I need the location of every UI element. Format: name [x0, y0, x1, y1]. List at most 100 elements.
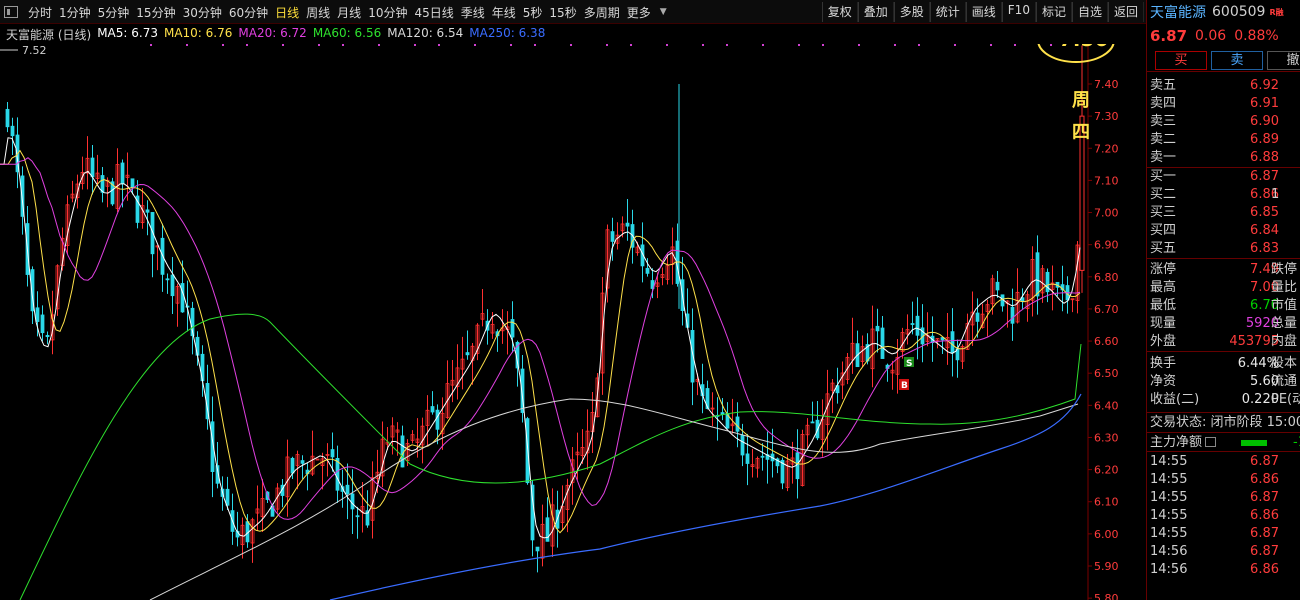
signal-dot [666, 44, 668, 46]
ask-value: 6.91 [1250, 96, 1279, 111]
ma60-line [19, 313, 1082, 600]
toolbar-button[interactable]: 返回 [1107, 2, 1144, 22]
period-tab[interactable]: 月线 [337, 4, 361, 21]
candle-body [45, 334, 50, 338]
toolbar-button[interactable]: F10 [1001, 2, 1036, 22]
candle-body [120, 162, 125, 185]
buy-button[interactable]: 买 [1155, 51, 1207, 70]
tick-row: 14:55 6.86 [1147, 471, 1300, 489]
signal-dot [150, 44, 152, 46]
ask-row: 卖五 6.92 [1147, 77, 1300, 95]
period-tab[interactable]: 多周期 [584, 4, 620, 21]
stock-period-title: 天富能源 (日线) [6, 28, 92, 42]
kline-chart-svg[interactable]: 7.40 7.30 7.20 7.10 7.00 6.90 6.80 6.70 6.60 6.50… [0, 44, 1146, 600]
tick-value: 6.87 [1250, 544, 1279, 559]
tick-value: 6.86 [1250, 562, 1279, 577]
stat-row: 最低 6.70 市值 [1147, 297, 1300, 315]
signal-dot [186, 44, 188, 46]
signal-dot [534, 44, 536, 46]
flow-detail-icon[interactable] [1205, 437, 1217, 447]
stat-row: 外盘 453795 内盘 [1147, 333, 1300, 351]
period-tab[interactable]: 10分钟 [368, 4, 407, 21]
price-axis-label: 7.30 [1094, 110, 1119, 123]
toolbar-button[interactable]: 复权 [821, 2, 858, 22]
kline-chart[interactable]: 7.40 7.30 7.20 7.10 7.00 6.90 6.80 6.70 6.60 6.50… [0, 44, 1146, 600]
layout-toggle-icon[interactable] [4, 6, 18, 18]
candle-body [950, 331, 955, 354]
period-tab[interactable]: 45日线 [414, 4, 453, 21]
period-tab[interactable]: 30分钟 [183, 4, 222, 21]
toolbar-button[interactable]: 叠加 [857, 2, 894, 22]
candle-body [910, 323, 915, 325]
ma-value: MA5: 6.73 [97, 26, 158, 40]
period-tab[interactable]: 周线 [306, 4, 330, 21]
buy-signal-label: B [901, 381, 908, 391]
period-tab[interactable]: 更多 [627, 4, 651, 21]
price-axis-label: 6.60 [1094, 335, 1119, 348]
annotation-text-2: 四 [1072, 122, 1090, 143]
candle-body [745, 453, 750, 464]
candle-body [330, 449, 335, 458]
toolbar-button[interactable]: 标记 [1035, 2, 1072, 22]
price-axis-label: 6.40 [1094, 399, 1119, 412]
signal-dot [894, 44, 896, 46]
candle-body [435, 409, 440, 430]
price-line: 6.87 0.06 0.88% [1147, 24, 1300, 48]
period-tab[interactable]: 1分钟 [59, 4, 91, 21]
bid-row: 买三 6.85 [1147, 204, 1300, 222]
toolbar-button[interactable]: 统计 [929, 2, 966, 22]
bid-extra: 1 [1271, 187, 1280, 202]
signal-dot [798, 44, 800, 46]
toolbar-button[interactable]: 多股 [893, 2, 930, 22]
stat-extra: 市值 [1271, 298, 1298, 313]
stat-label: 最高 [1150, 280, 1177, 295]
price-axis-label: 7.20 [1094, 142, 1119, 155]
sell-button[interactable]: 卖 [1211, 51, 1263, 70]
bid-value: 6.83 [1250, 241, 1279, 256]
period-tab[interactable]: 年线 [492, 4, 516, 21]
period-tab[interactable]: 15秒 [549, 4, 576, 21]
signal-dot [606, 44, 608, 46]
more-dropdown-icon[interactable]: ▼ [660, 7, 667, 17]
cancel-order-button[interactable]: 撤 [1267, 51, 1300, 70]
price-axis-label: 6.10 [1094, 496, 1119, 509]
signal-dot [342, 44, 344, 46]
bid-label: 买三 [1150, 205, 1177, 220]
toolbar-button[interactable]: 自选 [1071, 2, 1108, 22]
period-tab[interactable]: 5分钟 [98, 4, 130, 21]
tick-value: 6.87 [1250, 526, 1279, 541]
ma-value: MA20: 6.72 [238, 26, 307, 40]
tick-row: 14:55 6.87 [1147, 453, 1300, 471]
candle-body [760, 455, 765, 458]
fund-extra: 流通 [1271, 374, 1298, 389]
tick-label: 14:55 [1150, 490, 1188, 505]
sell-signal-label: S [906, 359, 912, 369]
stat-label: 涨停 [1150, 262, 1177, 277]
toolbar-button[interactable]: 画线 [965, 2, 1002, 22]
ma-value: MA60: 6.56 [312, 26, 382, 40]
bid-value: 6.87 [1250, 169, 1279, 184]
fund-row: 净资 5.60 流通 [1147, 373, 1300, 391]
tick-list[interactable]: 14:55 6.87 14:55 6.86 14:55 6.87 14:55 6.86 14:5… [1147, 453, 1300, 579]
period-tab[interactable]: 60分钟 [229, 4, 268, 21]
stat-extra: 总量 [1271, 316, 1298, 331]
tick-value: 6.86 [1250, 472, 1279, 487]
price-change-pct: 0.88% [1234, 28, 1279, 44]
period-tab[interactable]: 季线 [461, 4, 485, 21]
trade-buttons: 买 卖 撤 [1147, 48, 1300, 72]
period-tab[interactable]: 15分钟 [136, 4, 175, 21]
period-tab[interactable]: 5秒 [523, 4, 543, 21]
fund-row: 收益(二)0.220PE(动 [1147, 391, 1300, 409]
price-axis-label: 7.40 [1094, 78, 1119, 91]
stock-name[interactable]: 天富能源 [1150, 2, 1206, 22]
candle-body [430, 406, 435, 413]
signal-dot [570, 44, 572, 46]
annotation-text-1: 周 [1072, 90, 1090, 111]
period-tab[interactable]: 日线 [275, 4, 299, 21]
signal-dot [474, 44, 476, 46]
last-price: 6.87 [1150, 27, 1188, 45]
tick-value: 6.86 [1250, 508, 1279, 523]
period-tab[interactable]: 分时 [28, 4, 52, 21]
annotation-price: 7.56 [1059, 44, 1108, 51]
ma-value: MA10: 6.76 [163, 26, 233, 40]
